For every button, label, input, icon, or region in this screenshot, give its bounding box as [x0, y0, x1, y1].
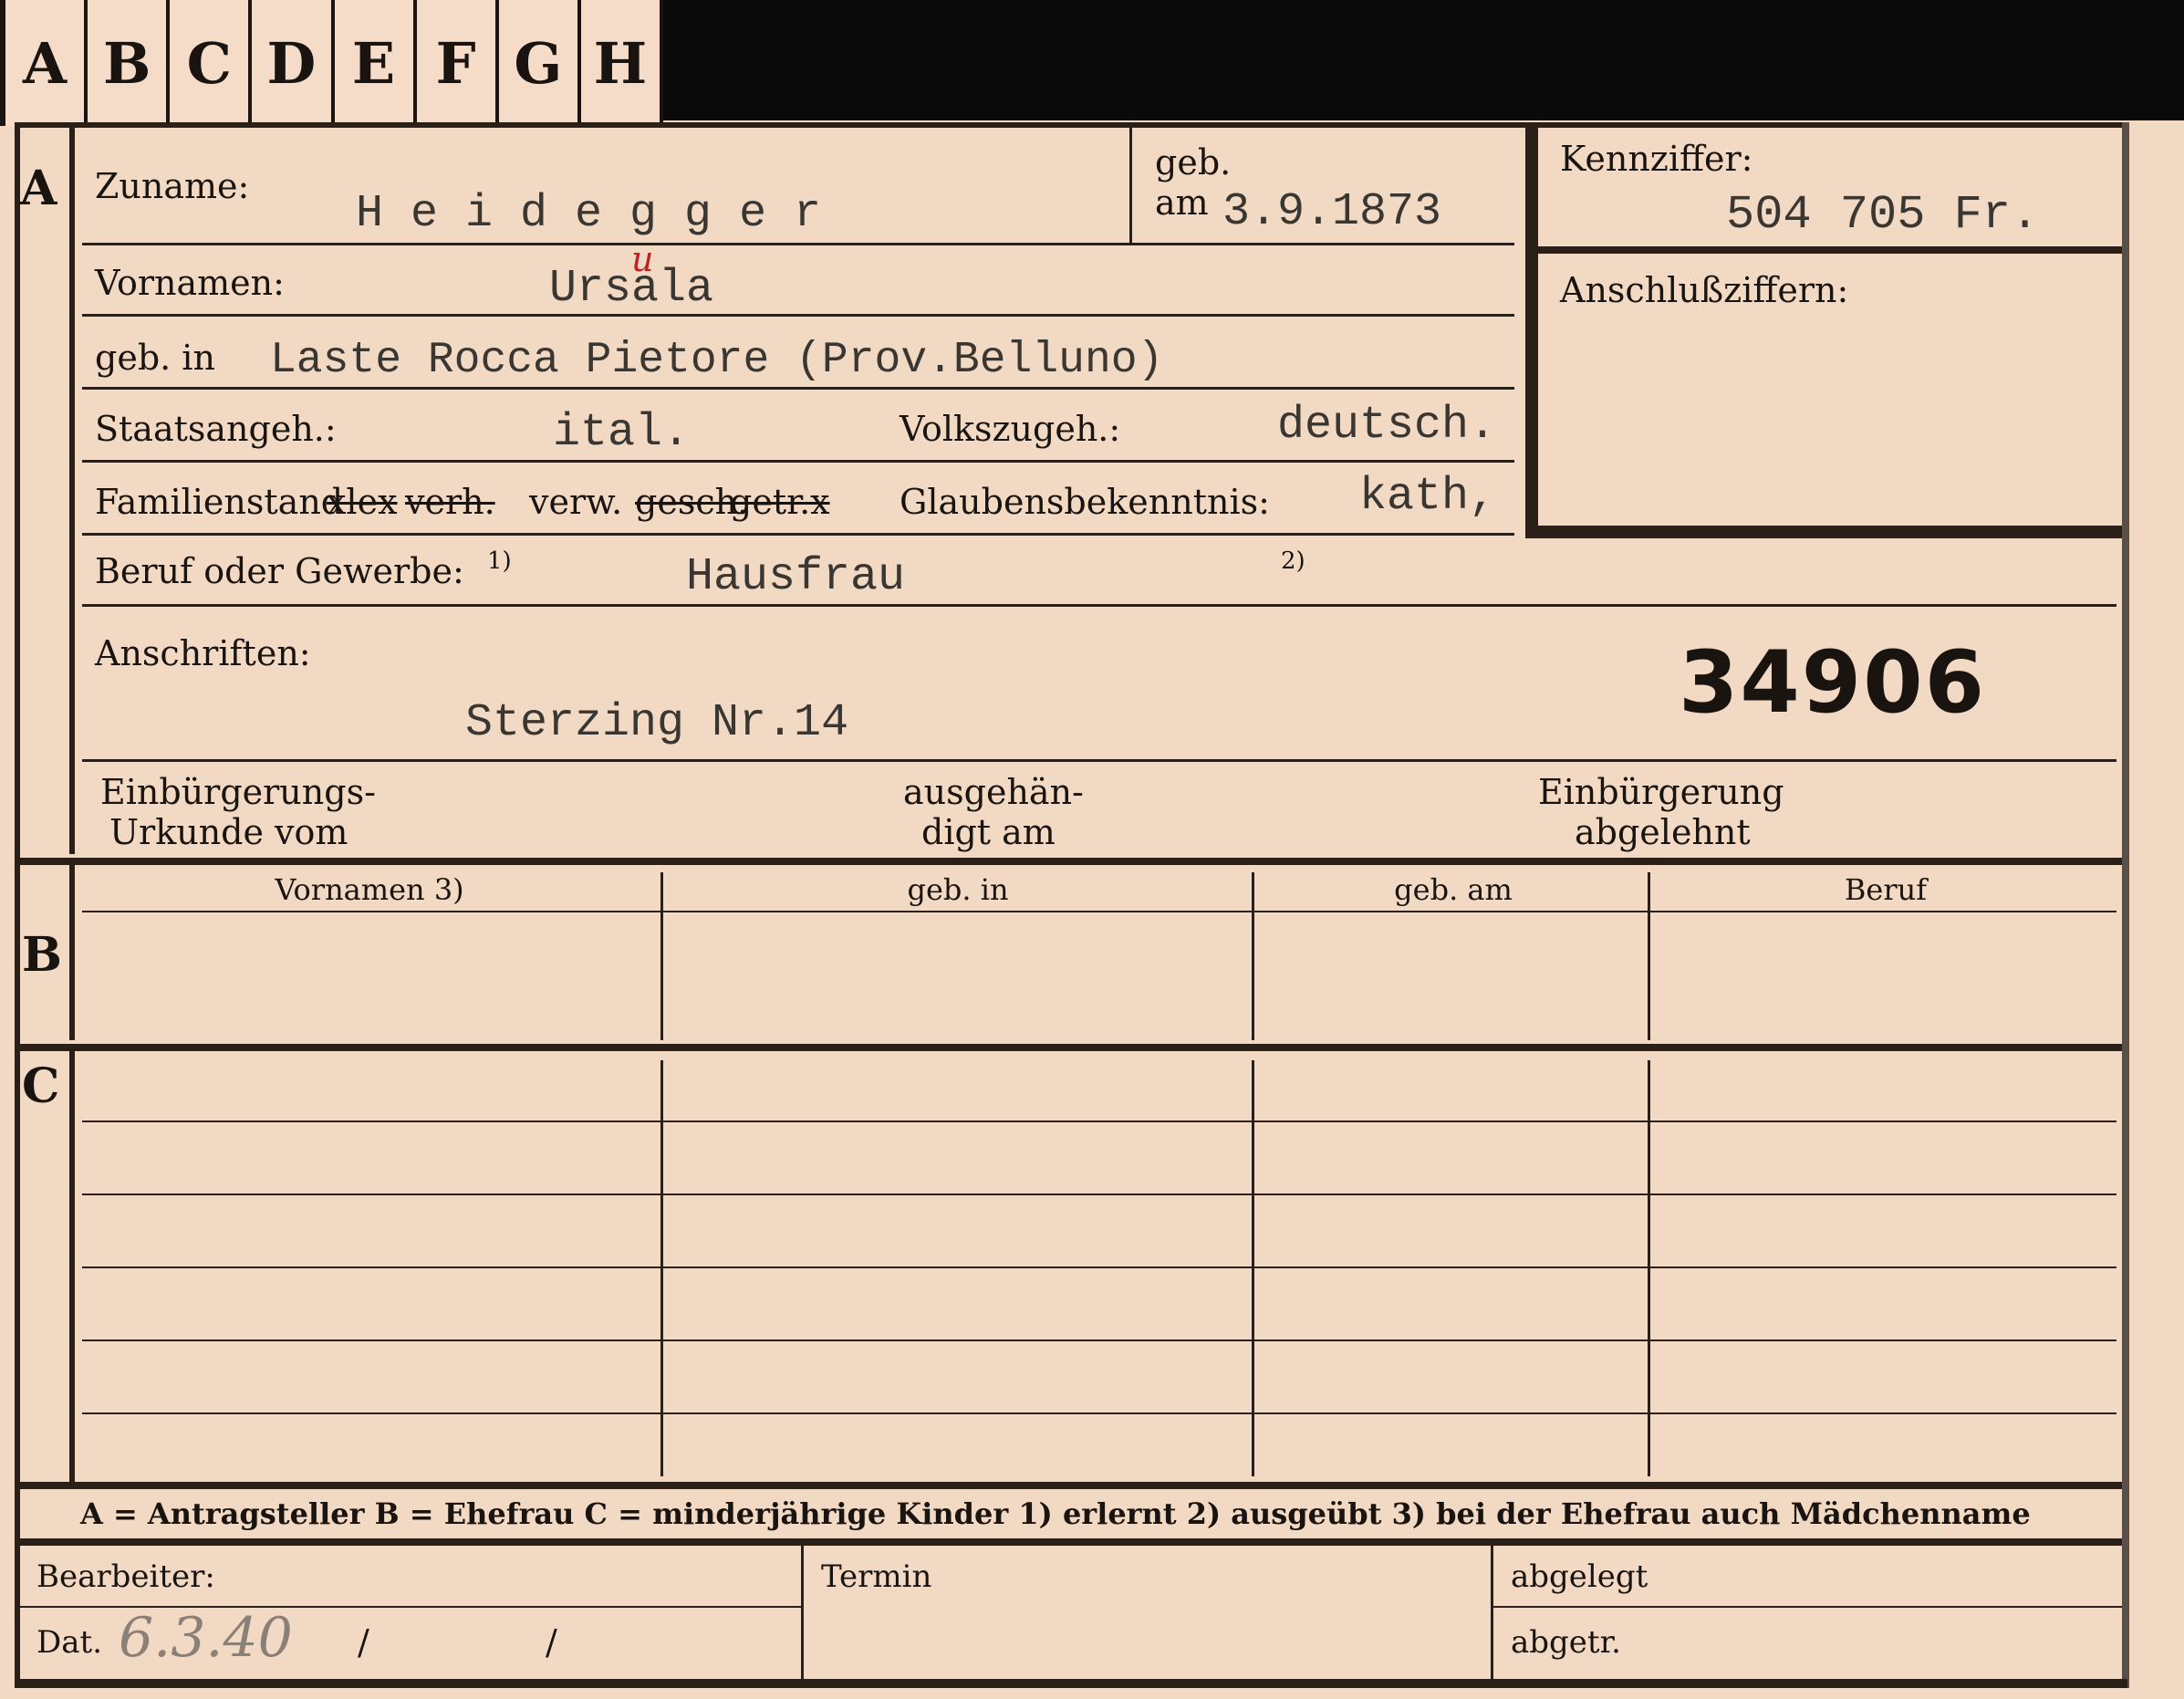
einbuergerung-abgelehnt-line1: Einbürgerung	[1538, 772, 1784, 812]
familienstand-verw: verw.	[529, 482, 623, 522]
bearbeiter-label: Bearbeiter:	[36, 1558, 215, 1595]
beruf-footnote-1: 1)	[487, 547, 512, 575]
staatsangehoerigkeit-label: Staatsangeh.:	[95, 409, 337, 449]
kennziffer-box-left	[1525, 126, 1538, 538]
tab-f[interactable]: F	[417, 0, 499, 126]
familienstand-struck-ledig: xlex	[327, 482, 398, 522]
kennziffer-box-divider	[1538, 246, 2122, 254]
kennziffer-label: Kennziffer:	[1560, 139, 1753, 179]
section-b-rule	[69, 865, 75, 1040]
birth-date-divider	[1129, 128, 1132, 243]
alphabet-tab-strip: A B C D E F G H	[0, 0, 663, 126]
footer-divider-1	[801, 1546, 804, 1679]
section-c-rule	[69, 1051, 75, 1482]
row-line-1	[82, 243, 1514, 245]
col-divider-3-b	[1648, 872, 1650, 1040]
termin-label: Termin	[821, 1558, 932, 1595]
col-divider-1-b	[660, 872, 663, 1040]
surname-label: Zuname:	[95, 166, 250, 206]
footer-divider-2	[1491, 1546, 1493, 1679]
col-header-geb-am: geb. am	[1394, 872, 1513, 907]
tab-b[interactable]: B	[88, 0, 171, 126]
tab-a[interactable]: A	[0, 0, 88, 126]
section-b-top	[15, 858, 2122, 865]
birthplace-label: geb. in	[95, 338, 215, 378]
vornamen-label: Vornamen:	[95, 263, 285, 303]
datum-label: Dat.	[36, 1624, 103, 1661]
section-b-letter: B	[22, 927, 62, 983]
section-c-row-line-4	[82, 1339, 2116, 1341]
section-a-rule	[69, 128, 75, 854]
section-c-letter: C	[22, 1058, 60, 1114]
section-c-top	[15, 1044, 2122, 1051]
beruf-value: Hausfrau	[686, 551, 906, 603]
card-left-border	[15, 122, 20, 1688]
familienstand-struck-getr: getr.x	[730, 482, 830, 522]
beruf-footnote-2: 2)	[1281, 547, 1305, 575]
anschriften-label: Anschriften:	[95, 633, 311, 673]
einbuergerung-urkunde-line1: Einbürgerungs-	[100, 772, 376, 812]
glaube-label: Glaubensbekenntnis:	[900, 482, 1270, 522]
top-black-margin	[663, 0, 2184, 120]
tab-d[interactable]: D	[252, 0, 335, 126]
staatsangehoerigkeit-value: ital.	[553, 407, 691, 459]
abgetragen-label: abgetr.	[1511, 1624, 1621, 1661]
section-a-letter: A	[20, 161, 57, 216]
legend-text: A = Antragsteller B = Ehefrau C = minder…	[80, 1496, 2031, 1531]
abgelegt-label: abgelegt	[1511, 1558, 1648, 1595]
anschlussziffern-label: Anschlußziffern:	[1560, 270, 1849, 310]
volkszugehoerigkeit-label: Volkszugeh.:	[900, 409, 1121, 449]
einbuergerung-urkunde-line2: Urkunde vom	[109, 812, 348, 852]
section-c-row-line-1	[82, 1121, 2116, 1122]
familienstand-label: Familienstand	[95, 482, 344, 522]
surname-value: H e i d e g g e r	[356, 188, 822, 240]
volkszugehoerigkeit-value: deutsch.	[1277, 400, 1497, 452]
tab-h[interactable]: H	[581, 0, 663, 126]
section-c-row-line-5	[82, 1412, 2116, 1414]
section-c-row-line-3	[82, 1266, 2116, 1268]
card-bottom-border	[15, 1679, 2127, 1688]
birth-am-label: am	[1155, 182, 1209, 223]
tab-c[interactable]: C	[170, 0, 253, 126]
col-header-vornamen: Vornamen 3)	[275, 872, 464, 907]
glaube-value: kath,	[1359, 471, 1497, 523]
vornamen-correction-mark: u	[631, 239, 654, 279]
anschriften-value: Sterzing Nr.14	[465, 697, 849, 749]
col-header-geb-in: geb. in	[907, 872, 1009, 907]
birth-geb-label: geb.	[1155, 142, 1232, 182]
row-line-5	[82, 533, 1514, 536]
birthplace-value: Laste Rocca Pietore (Prov.Belluno)	[270, 336, 1164, 385]
legend-top	[15, 1482, 2122, 1489]
card-top-border	[15, 122, 2122, 128]
section-b-header-line	[82, 911, 2116, 912]
row-line-4	[82, 460, 1514, 463]
kennziffer-value: 504 705 Fr.	[1726, 188, 2040, 242]
datum-handwritten: 6.3.40	[119, 1606, 293, 1670]
datum-slash-1: /	[358, 1622, 369, 1663]
familienstand-struck-verh: verh.	[405, 482, 495, 522]
ausgehaendigt-line2: digt am	[921, 812, 1056, 852]
tab-g[interactable]: G	[499, 0, 581, 126]
einbuergerung-abgelehnt-line2: abgelehnt	[1575, 812, 1751, 852]
ausgehaendigt-line1: ausgehän-	[903, 772, 1084, 812]
row-line-6	[82, 604, 2116, 607]
beruf-label: Beruf oder Gewerbe:	[95, 551, 464, 591]
row-line-7	[82, 759, 2116, 762]
row-line-2	[82, 314, 1514, 317]
col-divider-2-b	[1252, 872, 1254, 1040]
row-line-3	[82, 387, 1514, 390]
datum-slash-2: /	[546, 1622, 557, 1663]
birth-date-value: 3.9.1873	[1222, 186, 1442, 238]
footer-abgelegt-line	[1492, 1606, 2122, 1608]
stamp-number: 34906	[1679, 633, 1987, 733]
kennziffer-box-bottom	[1538, 526, 2122, 538]
card-right-edge	[2122, 122, 2129, 1688]
tab-e[interactable]: E	[335, 0, 417, 126]
legend-bottom	[15, 1538, 2122, 1546]
col-header-beruf: Beruf	[1844, 872, 1928, 907]
section-c-row-line-2	[82, 1193, 2116, 1195]
